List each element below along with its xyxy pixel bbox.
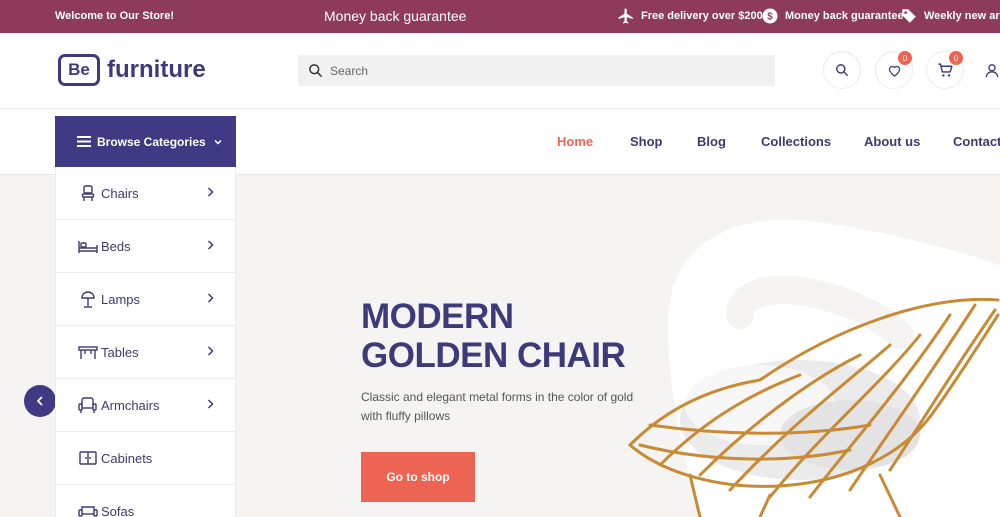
nav-shop[interactable]: Shop <box>630 134 663 149</box>
category-item-beds[interactable]: Beds <box>56 220 235 273</box>
nav-home[interactable]: Home <box>557 134 593 149</box>
feature-label: Weekly new arrivals <box>924 10 1000 22</box>
category-label: Lamps <box>101 291 141 307</box>
airplane-icon <box>618 8 633 24</box>
chevron-left-icon <box>36 396 43 406</box>
search-icon <box>309 64 322 77</box>
feature-label: Money back guarantee <box>785 10 904 22</box>
wishlist-button[interactable]: 0 <box>875 51 913 89</box>
chevron-right-icon <box>207 240 214 250</box>
svg-text:$: $ <box>767 11 773 22</box>
hero-title-line-1: MODERN <box>361 297 514 336</box>
hero-description: Classic and elegant metal forms in the c… <box>361 390 634 423</box>
go-to-shop-button[interactable]: Go to shop <box>361 452 475 502</box>
tag-icon <box>902 9 916 23</box>
chevron-right-icon <box>207 187 214 197</box>
chevron-right-icon <box>207 293 214 303</box>
table-icon <box>77 343 98 361</box>
main-navbar: Browse Categories Home Shop Blog Collect… <box>0 109 1000 175</box>
feature-money-back: $ Money back guarantee <box>761 7 904 25</box>
hero-title-line-2: GOLDEN CHAIR <box>361 336 626 375</box>
nav-collections[interactable]: Collections <box>761 134 831 149</box>
hero-title: MODERN GOLDEN CHAIR <box>361 297 681 375</box>
welcome-text: Welcome to Our Store! <box>55 10 174 22</box>
search-button[interactable] <box>823 51 861 89</box>
center-announcement: Money back guarantee <box>324 8 467 24</box>
feature-free-delivery: Free delivery over $200 <box>617 7 763 25</box>
category-item-armchairs[interactable]: Armchairs <box>56 379 235 432</box>
search-input[interactable] <box>330 63 730 78</box>
account-button[interactable] <box>984 62 1000 84</box>
chevron-down-icon <box>214 139 222 145</box>
heart-icon <box>888 65 900 77</box>
category-label: Tables <box>101 344 139 360</box>
lamp-icon <box>77 290 98 308</box>
logo-mark: Be <box>58 54 100 86</box>
user-icon <box>985 64 999 78</box>
site-header: Be furniture 0 0 <box>0 33 1000 109</box>
category-label: Beds <box>101 238 131 254</box>
cabinet-icon <box>77 449 98 467</box>
category-label: Armchairs <box>101 397 160 413</box>
category-item-lamps[interactable]: Lamps <box>56 273 235 326</box>
category-item-sofas[interactable]: Sofas <box>56 485 235 517</box>
logo-text: furniture <box>107 56 206 83</box>
dollar-icon: $ <box>762 8 778 24</box>
nav-blog[interactable]: Blog <box>697 134 726 149</box>
category-label: Sofas <box>101 503 135 517</box>
cart-icon <box>937 62 953 77</box>
cart-button[interactable]: 0 <box>926 51 964 89</box>
site-logo[interactable]: Be furniture <box>58 54 206 86</box>
sofa-icon <box>77 502 98 517</box>
bed-icon <box>77 237 98 255</box>
browse-categories-label: Browse Categories <box>97 134 206 149</box>
category-menu: Chairs Beds Lamps Tables Armchairs Cabin <box>55 167 236 517</box>
search-bar[interactable] <box>298 55 775 86</box>
chair-icon <box>77 184 98 202</box>
wishlist-count-badge: 0 <box>898 51 912 65</box>
category-label: Cabinets <box>101 450 153 466</box>
category-item-cabinets[interactable]: Cabinets <box>56 432 235 485</box>
chevron-right-icon <box>207 399 214 409</box>
category-item-chairs[interactable]: Chairs <box>56 167 235 220</box>
chevron-right-icon <box>207 346 214 356</box>
feature-label: Free delivery over $200 <box>641 10 763 22</box>
nav-about-us[interactable]: About us <box>864 134 920 149</box>
slider-prev-button[interactable] <box>24 385 56 417</box>
top-announcement-bar: Welcome to Our Store! Money back guarant… <box>0 0 1000 33</box>
cart-count-badge: 0 <box>949 51 963 65</box>
hamburger-icon <box>77 136 91 147</box>
search-icon <box>836 64 848 76</box>
nav-contact[interactable]: Contact <box>953 134 1000 149</box>
armchair-icon <box>77 396 98 414</box>
feature-new-arrivals: Weekly new arrivals <box>900 7 1000 25</box>
browse-categories-button[interactable]: Browse Categories <box>55 116 236 167</box>
category-item-tables[interactable]: Tables <box>56 326 235 379</box>
category-label: Chairs <box>101 185 139 201</box>
